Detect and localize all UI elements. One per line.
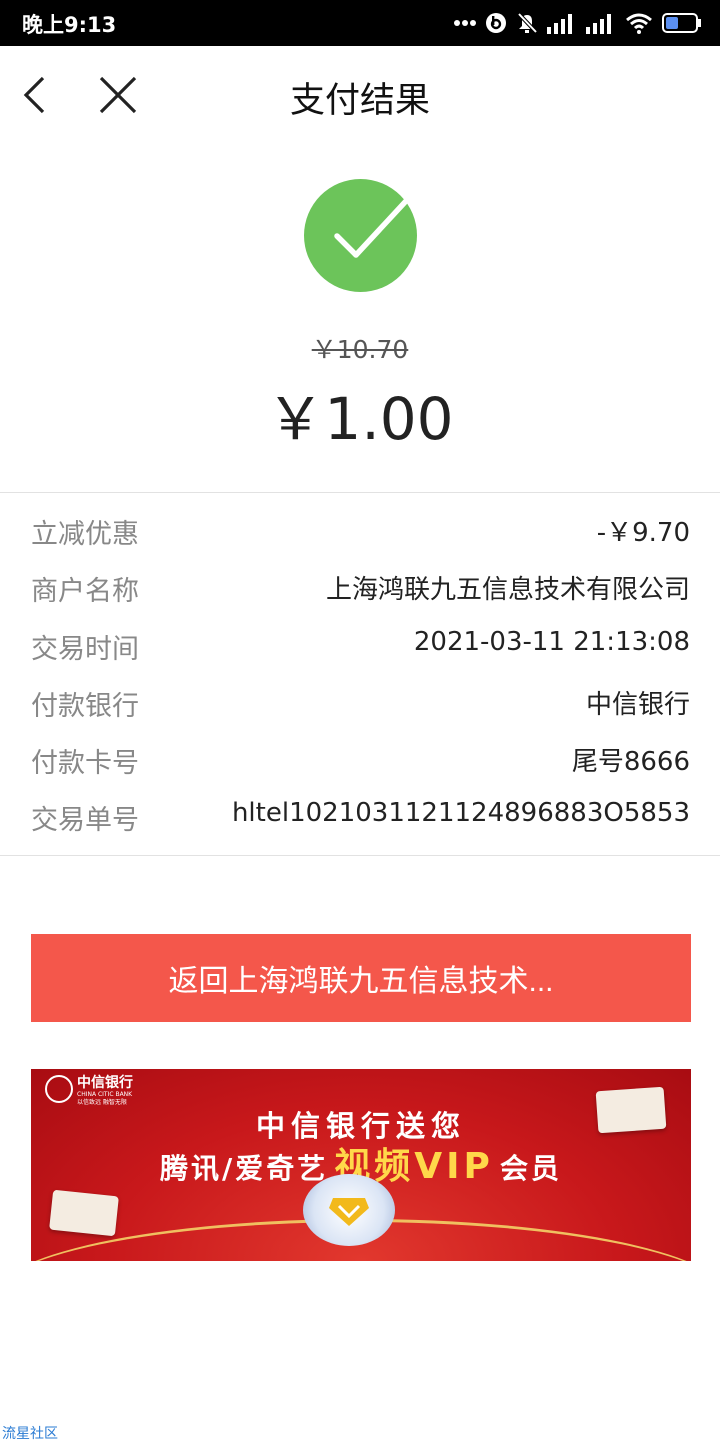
paid-amount: ￥1.00 (266, 385, 454, 453)
nav-bar: 支付结果 (0, 46, 720, 144)
watermark: 流星社区 (2, 1426, 58, 1442)
detail-row-time: 交易时间 2021-03-11 21:13:08 (0, 615, 720, 672)
banner-prefix: 腾讯/爱奇艺 (160, 1152, 329, 1185)
wifi-icon (626, 13, 652, 34)
divider-top (0, 492, 720, 493)
detail-row-bank: 付款银行 中信银行 (0, 672, 720, 729)
payment-details: 立减优惠 -￥9.70 商户名称 上海鸿联九五信息技术有限公司 交易时间 202… (0, 500, 720, 844)
detail-value: 尾号8666 (571, 747, 690, 778)
status-time: 晚上9:13 (22, 13, 117, 37)
detail-value: 中信银行 (585, 689, 690, 720)
detail-row-order-id: 交易单号 hltel1021031121124896883O5853 (0, 786, 720, 843)
status-icons (454, 10, 702, 36)
citic-logo-icon (45, 1075, 73, 1103)
detail-row-discount: 立减优惠 -￥9.70 (0, 500, 720, 557)
original-price: ￥10.70 (311, 335, 409, 364)
page-title: 支付结果 (289, 81, 430, 121)
detail-value: -￥9.70 (596, 518, 690, 548)
bank-name: 中信银行 (77, 1075, 133, 1091)
status-bar: 晚上9:13 (0, 0, 720, 46)
detail-value: 上海鸿联九五信息技术有限公司 (325, 575, 690, 606)
banner-suffix: 会员 (499, 1152, 562, 1185)
detail-label: 立减优惠 (31, 519, 139, 550)
detail-label: 付款卡号 (31, 748, 139, 780)
detail-value: hltel1021031121124896883O5853 (231, 798, 690, 829)
mute-icon (517, 12, 538, 34)
vip-badge-icon (303, 1174, 395, 1246)
tencent-video-card-image (49, 1189, 119, 1237)
battery-icon (662, 13, 701, 33)
detail-label: 交易单号 (31, 805, 139, 837)
detail-label: 交易时间 (31, 633, 139, 665)
more-dots-icon (454, 20, 476, 26)
signal-1-icon (547, 14, 572, 34)
beats-icon (486, 13, 506, 33)
divider-bottom (0, 855, 720, 856)
detail-label: 商户名称 (31, 576, 139, 608)
success-check-icon (304, 179, 417, 292)
detail-row-card: 付款卡号 尾号8666 (0, 729, 720, 786)
detail-value: 2021-03-11 21:13:08 (413, 626, 690, 657)
detail-row-merchant: 商户名称 上海鸿联九五信息技术有限公司 (0, 557, 720, 614)
promo-banner[interactable]: 中信银行 CHINA CITIC BANK 以信致远 融智无限 中信银行送您 腾… (31, 1069, 691, 1261)
return-to-merchant-button[interactable]: 返回上海鸿联九五信息技术... (31, 934, 691, 1022)
signal-2-icon (586, 14, 611, 34)
bank-name-en: CHINA CITIC BANK (77, 1091, 133, 1098)
detail-label: 付款银行 (31, 690, 139, 722)
